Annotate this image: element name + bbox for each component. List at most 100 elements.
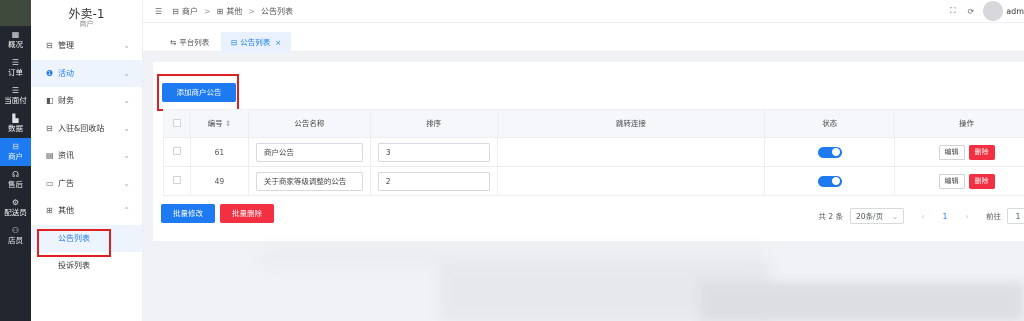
edit-button[interactable]: 编辑 bbox=[938, 173, 965, 189]
sort-icon[interactable]: ⇕ bbox=[225, 119, 231, 128]
row-checkbox[interactable] bbox=[163, 137, 191, 167]
delete-button[interactable]: 删除 bbox=[968, 173, 995, 189]
close-icon[interactable]: × bbox=[275, 39, 281, 47]
rail-item[interactable]: ☰ 当面付 bbox=[0, 82, 31, 110]
rail-item-label: 订单 bbox=[8, 68, 23, 77]
highlight-add-button bbox=[157, 74, 239, 111]
rail-item-label: 配送员 bbox=[4, 208, 27, 217]
column-name: 公告名称 bbox=[247, 109, 371, 138]
user-name[interactable]: adm bbox=[1006, 7, 1024, 16]
status-cell bbox=[764, 137, 896, 167]
edit-button[interactable]: 编辑 bbox=[938, 144, 965, 160]
breadcrumb-item[interactable]: 其他 bbox=[226, 6, 242, 17]
list-icon: ☰ bbox=[11, 86, 20, 95]
bike-icon: ⚙ bbox=[11, 198, 20, 207]
store-icon: ⊟ bbox=[231, 38, 238, 47]
refresh-icon[interactable]: ⟳ bbox=[968, 7, 975, 16]
sidebar-item[interactable]: ▭ 广告 ⌄ bbox=[31, 170, 142, 198]
store-icon: ⊟ bbox=[46, 41, 53, 51]
notice-table: 编号 ⇕ 公告名称 排序 跳转连接 状态 操作 61 商户公告 3 编辑 删除 49 关于商… bbox=[163, 109, 1024, 196]
prev-page-button[interactable]: ‹ bbox=[916, 212, 930, 221]
column-status: 状态 bbox=[764, 109, 896, 138]
tab-notice-list[interactable]: ⊟ 公告列表 × bbox=[221, 32, 292, 53]
rail-item[interactable]: ▦ 概况 bbox=[0, 26, 31, 54]
apps-icon: ⊞ bbox=[46, 206, 53, 216]
chevron-icon: ⌄ bbox=[123, 68, 130, 78]
store-icon: ⊟ bbox=[12, 142, 19, 151]
icon-rail: ▦ 概况 ☰ 订单 ☰ 当面付 ▙ 数据 ⊟ 商户 ☊ 售后 ⚙ 配送员 ⚇ 店员 bbox=[0, 0, 31, 321]
total-count: 共 2 条 bbox=[818, 211, 843, 221]
avatar[interactable] bbox=[983, 1, 1004, 21]
app-logo bbox=[0, 0, 31, 26]
rail-item-label: 店员 bbox=[8, 236, 23, 245]
sidebar-item[interactable]: ❶ 活动 ⌄ bbox=[31, 59, 142, 87]
sidebar-item[interactable]: ⊟ 管理 ⌄ bbox=[31, 32, 142, 60]
goto-page-input[interactable]: 1 bbox=[1007, 208, 1024, 224]
row-link bbox=[496, 137, 766, 167]
highlight-sidebar-notice-list bbox=[37, 229, 111, 257]
column-sort: 排序 bbox=[369, 109, 498, 138]
column-link: 跳转连接 bbox=[496, 109, 766, 138]
user-icon: ⚇ bbox=[11, 226, 20, 235]
name-cell: 关于商家等级调整的公告 bbox=[247, 166, 371, 196]
sidebar-item-label: 财务 bbox=[58, 96, 74, 106]
headset-icon: ☊ bbox=[11, 170, 20, 179]
sidebar-item-label: 入驻&回收站 bbox=[58, 123, 105, 133]
top-bar: ☰ ⊟ 商户 > ⊞ 其他 > 公告列表 ⛶ ⟳ adm bbox=[143, 0, 1024, 22]
rail-item-label: 商户 bbox=[8, 152, 23, 161]
row-link bbox=[496, 166, 766, 196]
sidebar-item[interactable]: ▤ 资讯 ⌄ bbox=[31, 142, 142, 170]
rail-item[interactable]: ⚙ 配送员 bbox=[0, 194, 31, 222]
name-cell: 商户公告 bbox=[247, 137, 371, 167]
rail-item-label: 当面付 bbox=[4, 96, 27, 105]
page-number[interactable]: 1 bbox=[938, 212, 952, 221]
row-id: 49 bbox=[189, 166, 249, 196]
sidebar-item[interactable]: ◧ 财务 ⌄ bbox=[31, 87, 142, 115]
blurred-region bbox=[700, 282, 1024, 321]
actions-cell: 编辑 删除 bbox=[894, 137, 1024, 167]
next-page-button[interactable]: › bbox=[960, 212, 974, 221]
rail-item[interactable]: ▙ 数据 bbox=[0, 110, 31, 138]
batch-edit-button[interactable]: 批量修改 bbox=[161, 204, 215, 223]
batch-delete-button[interactable]: 批量删除 bbox=[220, 204, 274, 223]
status-toggle[interactable] bbox=[817, 175, 842, 187]
sidebar-item-label: 广告 bbox=[58, 178, 74, 188]
activity-icon: ❶ bbox=[46, 68, 54, 78]
fullscreen-icon[interactable]: ⛶ bbox=[950, 6, 956, 16]
sidebar-item-label: 管理 bbox=[58, 41, 74, 51]
breadcrumb-item[interactable]: 商户 bbox=[182, 6, 198, 17]
sort-input[interactable]: 2 bbox=[377, 171, 490, 191]
store-title: 外卖-1 bbox=[68, 7, 105, 21]
notice-name-input[interactable]: 关于商家等级调整的公告 bbox=[255, 171, 363, 191]
sidebar-item[interactable]: ⊟ 入驻&回收站 ⌄ bbox=[31, 115, 142, 143]
row-checkbox[interactable] bbox=[163, 166, 191, 196]
table-header-row: 编号 ⇕ 公告名称 排序 跳转连接 状态 操作 bbox=[163, 109, 1024, 138]
tab-platform-list[interactable]: ⇆ 平台列表 bbox=[160, 32, 219, 53]
sidebar: 外卖-1 商户 ⊟ 管理 ⌄ ❶ 活动 ⌄ ◧ 财务 ⌄ ⊟ 入驻&回收站 ⌄ ▤ 资讯 ⌄ ▭ 广告 ⌄ ⊞ 其他 ⌃… bbox=[31, 0, 143, 321]
rail-item-label: 售后 bbox=[8, 180, 23, 189]
column-actions: 操作 bbox=[894, 109, 1024, 138]
breadcrumb-separator: > bbox=[203, 6, 211, 16]
store-icon: ⊟ bbox=[46, 123, 53, 133]
status-toggle[interactable] bbox=[817, 146, 842, 158]
notice-name-input[interactable]: 商户公告 bbox=[255, 142, 363, 162]
chevron-icon: ⌄ bbox=[123, 41, 130, 51]
page-size-select[interactable]: 20条/页 ⌄ bbox=[850, 208, 904, 224]
rail-item[interactable]: ☊ 售后 bbox=[0, 166, 31, 194]
sort-input[interactable]: 3 bbox=[377, 142, 490, 162]
sidebar-item[interactable]: ⊞ 其他 ⌃ bbox=[31, 197, 142, 225]
collapse-menu-icon[interactable]: ☰ bbox=[155, 7, 162, 16]
table-row: 61 商户公告 3 编辑 删除 bbox=[163, 137, 1024, 167]
list-icon: ☰ bbox=[11, 58, 20, 67]
status-cell bbox=[764, 166, 896, 196]
rail-item[interactable]: ☰ 订单 bbox=[0, 54, 31, 82]
breadcrumb-current: 公告列表 bbox=[260, 6, 293, 16]
column-id[interactable]: 编号 ⇕ bbox=[189, 109, 249, 138]
tab-label: 平台列表 bbox=[179, 38, 210, 47]
rail-item[interactable]: ⚇ 店员 bbox=[0, 222, 31, 250]
delete-button[interactable]: 删除 bbox=[968, 144, 995, 160]
breadcrumb-separator: > bbox=[248, 6, 255, 16]
select-all-checkbox[interactable] bbox=[163, 109, 191, 138]
page-size-value: 20条/页 bbox=[856, 211, 884, 221]
rail-item[interactable]: ⊟ 商户 bbox=[0, 138, 31, 166]
